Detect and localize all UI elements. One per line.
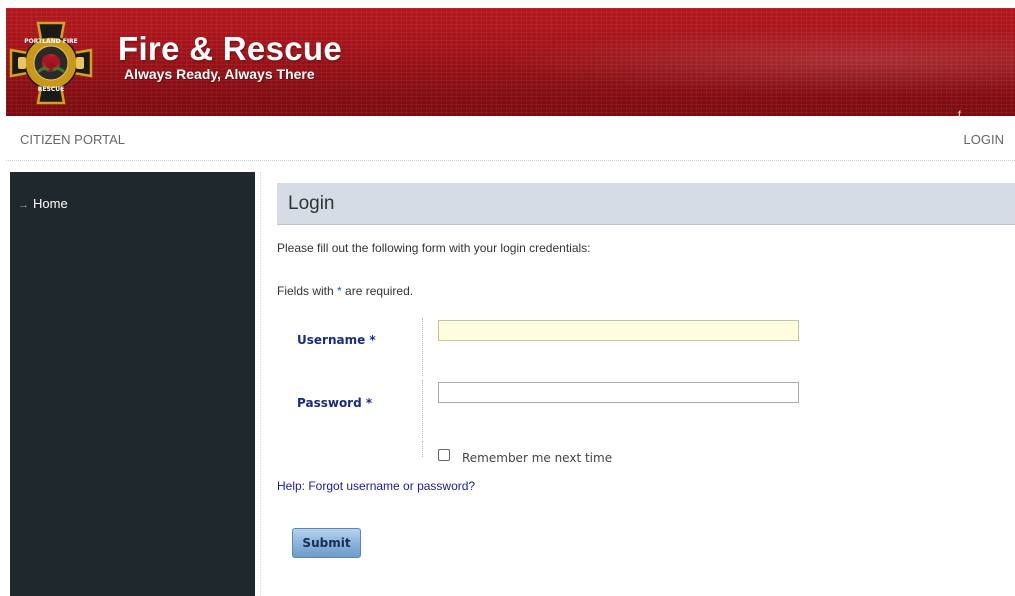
required-note-prefix: Fields with	[277, 284, 338, 298]
sidebar: → Home	[10, 172, 255, 596]
field-separator	[422, 441, 423, 457]
page-title: Login	[288, 193, 335, 214]
username-label: Username *	[297, 333, 376, 347]
form-instructions: Please fill out the following form with …	[277, 241, 591, 255]
sidebar-item-home[interactable]: → Home	[18, 196, 68, 211]
logo-text-bottom: RESCUE	[38, 86, 64, 93]
required-note-suffix: are required.	[341, 284, 414, 298]
header-decoration	[495, 26, 1015, 96]
field-separator	[422, 318, 423, 376]
nav-divider	[6, 160, 1015, 161]
username-input[interactable]	[438, 320, 799, 341]
forgot-credentials-link[interactable]: Help: Forgot username or password?	[277, 479, 475, 493]
site-header: PORTLAND FIRE RESCUE Fire & Rescue Alway…	[6, 8, 1015, 121]
sidebar-item-label: Home	[33, 196, 68, 211]
remember-me-checkbox[interactable]	[438, 449, 450, 461]
citizen-portal-label[interactable]: CITIZEN PORTAL	[20, 132, 125, 147]
submit-button[interactable]: Submit	[292, 528, 361, 558]
header-mark: f	[958, 110, 961, 121]
password-input[interactable]	[438, 382, 799, 403]
login-heading-bar: Login	[277, 183, 1015, 225]
remember-me-label[interactable]: Remember me next time	[462, 451, 612, 465]
brand-subtitle: Always Ready, Always There	[124, 66, 315, 82]
brand-title: Fire & Rescue	[118, 30, 342, 67]
arrow-right-icon: →	[18, 199, 29, 211]
login-nav-link[interactable]: LOGIN	[964, 132, 1004, 147]
fire-rescue-logo-icon: PORTLAND FIRE RESCUE	[9, 21, 93, 105]
column-divider	[260, 172, 261, 596]
required-fields-note: Fields with * are required.	[277, 284, 413, 298]
field-separator	[422, 380, 423, 438]
password-label: Password *	[297, 396, 373, 410]
logo-text-top: PORTLAND FIRE	[24, 38, 78, 45]
